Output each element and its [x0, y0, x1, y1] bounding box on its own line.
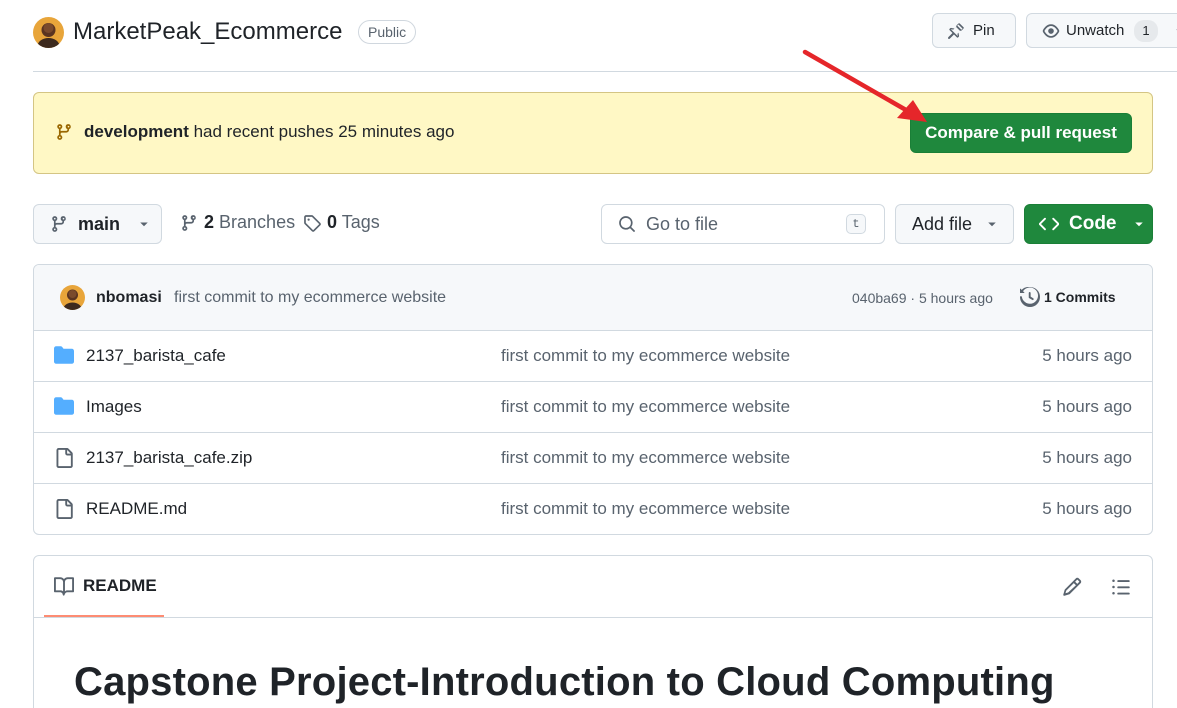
file-icon [54, 499, 74, 519]
tags-label: Tags [341, 212, 380, 232]
file-name[interactable]: Images [86, 397, 142, 417]
file-row[interactable]: 2137_barista_cafe.zip first commit to my… [34, 433, 1152, 484]
branches-count: 2 [204, 212, 215, 232]
annotation-arrow-icon [795, 44, 935, 134]
eye-icon [1042, 22, 1060, 40]
history-icon [1020, 287, 1040, 307]
commits-label: 1 Commits [1044, 289, 1116, 305]
file-commit-message[interactable]: first commit to my ecommerce website [501, 397, 790, 417]
folder-icon [54, 397, 74, 415]
banner-branch-link[interactable]: development [84, 122, 189, 141]
branches-link[interactable]: 2 Branches [180, 212, 295, 233]
file-commit-message[interactable]: first commit to my ecommerce website [501, 499, 790, 519]
book-icon [54, 576, 74, 596]
compare-pull-request-button[interactable]: Compare & pull request [910, 113, 1132, 153]
readme-title: Capstone Project-Introduction to Cloud C… [74, 660, 1055, 704]
code-button[interactable]: Code [1024, 204, 1153, 244]
banner-message: development had recent pushes 25 minutes… [84, 122, 454, 142]
file-name[interactable]: 2137_barista_cafe.zip [86, 448, 252, 468]
folder-icon [54, 346, 74, 364]
readme-tab[interactable]: README [44, 556, 164, 617]
header-divider [33, 71, 1177, 72]
add-file-button[interactable]: Add file [895, 204, 1014, 244]
branch-selector-button[interactable]: main [33, 204, 162, 244]
file-commit-message[interactable]: first commit to my ecommerce website [501, 346, 790, 366]
latest-commit-bar: nbomasi first commit to my ecommerce web… [34, 265, 1152, 331]
git-branch-icon [50, 215, 68, 233]
file-row[interactable]: Images first commit to my ecommerce webs… [34, 382, 1152, 433]
chevron-down-icon [986, 218, 998, 230]
watch-count: 1 [1134, 19, 1158, 42]
code-icon [1039, 214, 1059, 234]
pin-button[interactable]: Pin [932, 13, 1016, 48]
file-name[interactable]: README.md [86, 499, 187, 519]
pencil-icon[interactable] [1062, 577, 1082, 597]
search-icon [618, 215, 636, 233]
file-commit-time: 5 hours ago [1042, 499, 1132, 518]
add-file-label: Add file [912, 213, 973, 234]
readme-header: README [34, 556, 1152, 618]
chevron-down-icon[interactable] [1174, 25, 1177, 37]
pin-icon [947, 22, 965, 40]
file-commit-time: 5 hours ago [1042, 397, 1132, 416]
readme-tab-label: README [83, 575, 157, 595]
commits-link[interactable]: 1 Commits [1020, 287, 1116, 307]
pin-label: Pin [973, 22, 995, 39]
branches-label: Branches [219, 212, 296, 232]
go-to-file-search[interactable]: t [601, 204, 885, 244]
file-table: nbomasi first commit to my ecommerce web… [33, 264, 1153, 535]
banner-text: had recent pushes 25 minutes ago [193, 122, 455, 141]
unwatch-button[interactable]: Unwatch 1 [1026, 13, 1177, 48]
code-label: Code [1069, 213, 1117, 234]
file-row[interactable]: 2137_barista_cafe first commit to my eco… [34, 331, 1152, 382]
file-commit-message[interactable]: first commit to my ecommerce website [501, 448, 790, 468]
search-shortcut-key: t [846, 214, 866, 234]
list-icon[interactable] [1111, 577, 1131, 597]
chevron-down-icon [1133, 218, 1145, 230]
tags-link[interactable]: 0 Tags [303, 212, 380, 233]
repo-name[interactable]: MarketPeak_Ecommerce [73, 18, 342, 46]
file-row[interactable]: README.md first commit to my ecommerce w… [34, 484, 1152, 534]
file-commit-time: 5 hours ago [1042, 448, 1132, 467]
chevron-down-icon [138, 218, 150, 230]
git-branch-icon [180, 214, 198, 232]
file-name[interactable]: 2137_barista_cafe [86, 346, 226, 366]
git-branch-icon [55, 123, 73, 141]
commit-message[interactable]: first commit to my ecommerce website [174, 289, 446, 307]
search-input[interactable] [646, 213, 836, 235]
file-commit-time: 5 hours ago [1042, 346, 1132, 365]
repo-owner-avatar[interactable] [33, 17, 64, 48]
visibility-badge: Public [358, 20, 417, 44]
commit-author[interactable]: nbomasi [96, 289, 162, 307]
file-icon [54, 448, 74, 468]
tags-count: 0 [327, 212, 338, 232]
commit-hash-time[interactable]: 040ba69 · 5 hours ago [852, 290, 993, 306]
tag-icon [303, 214, 321, 232]
branch-name: main [78, 213, 121, 234]
commit-author-avatar[interactable] [60, 285, 85, 310]
unwatch-label: Unwatch [1066, 22, 1125, 39]
